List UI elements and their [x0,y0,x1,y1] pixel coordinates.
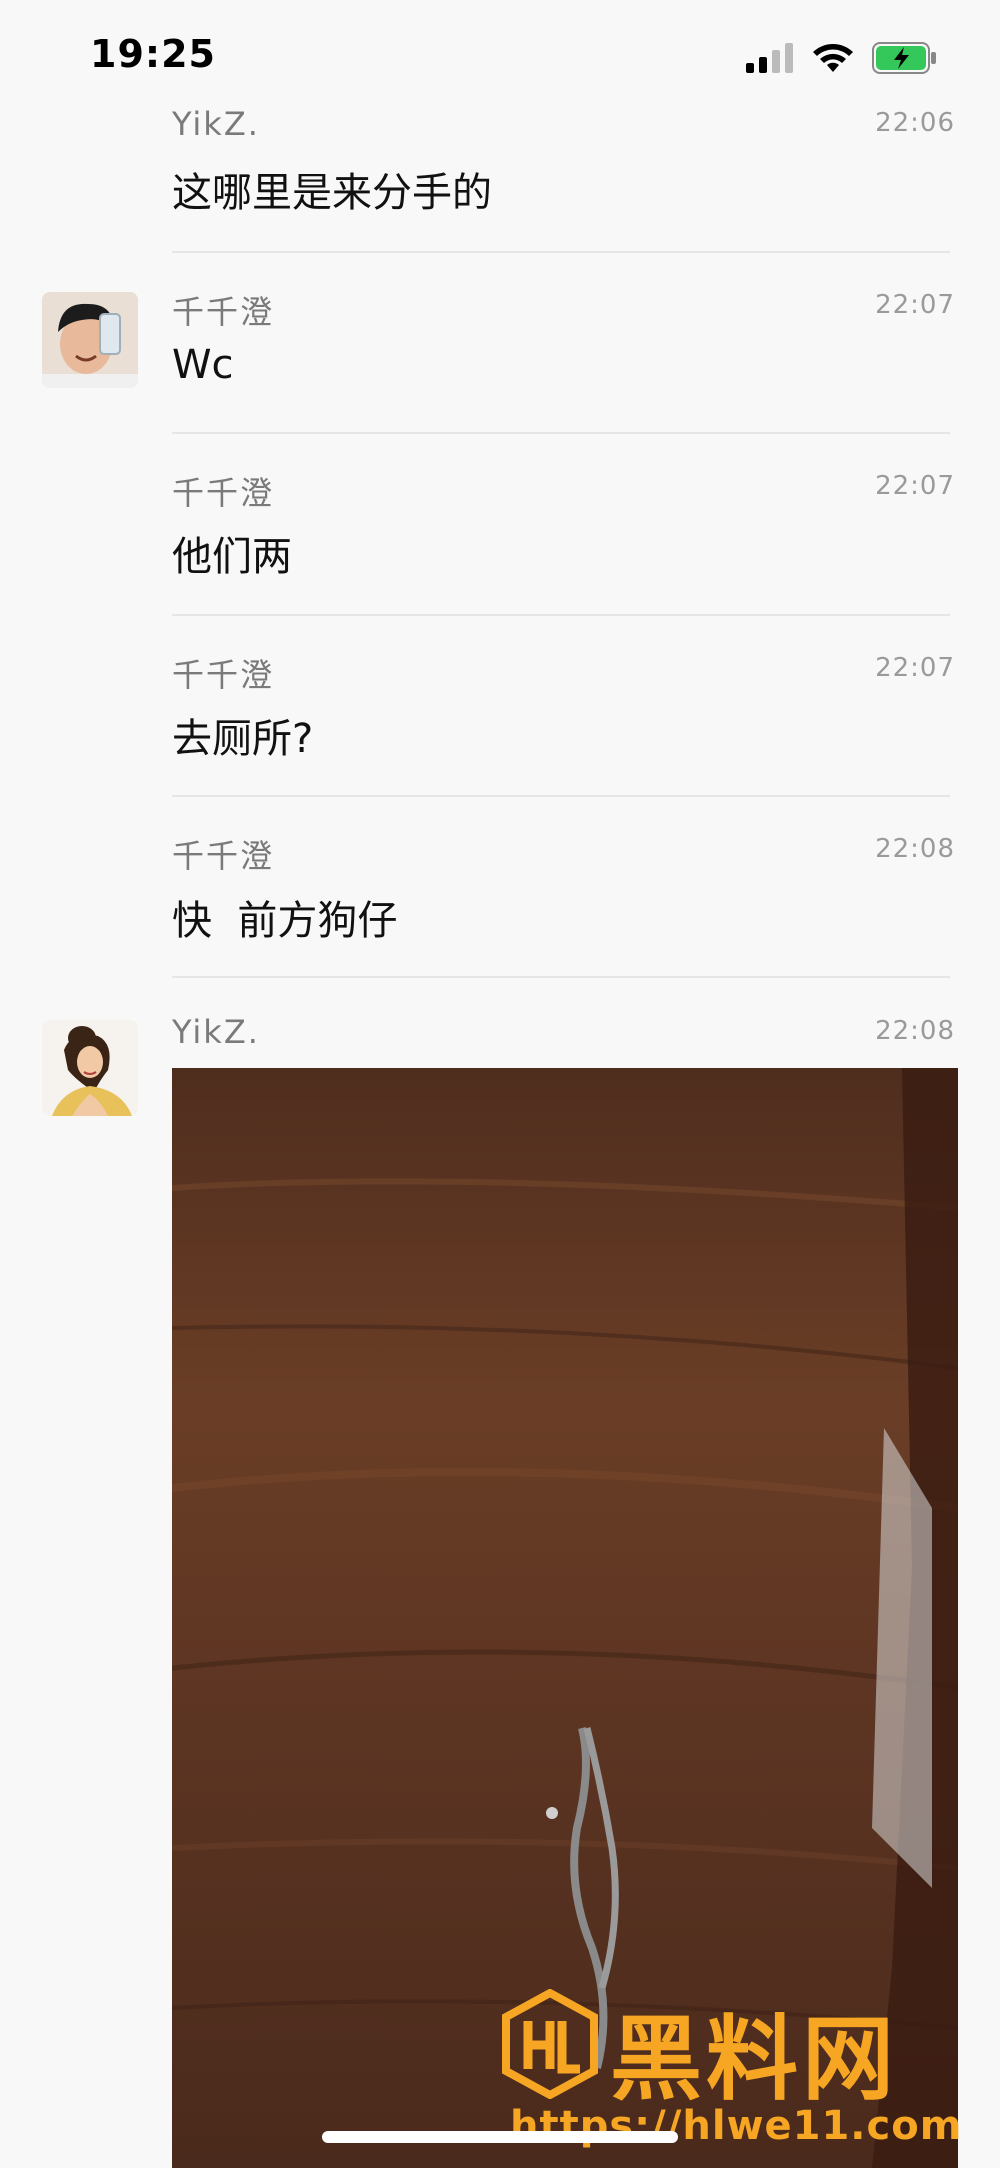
wifi-icon [813,44,853,72]
divider [172,432,950,434]
divider [172,976,950,978]
avatar-photo-man[interactable] [42,292,138,388]
sender-name: 千千澄 [172,656,275,694]
avatar-cartoon-princess[interactable] [42,1020,138,1116]
divider [172,251,950,253]
message-time: 22:07 [875,471,955,501]
signal-icon [746,43,793,73]
message-time: 22:08 [875,1016,955,1046]
message-time: 22:06 [875,108,955,138]
divider [172,614,950,616]
message-time: 22:07 [875,290,955,320]
message-text: 他们两 [172,534,292,580]
message-text: 快 前方狗仔 [172,898,398,944]
home-indicator[interactable] [322,2131,678,2143]
status-icons [746,38,938,78]
divider [172,795,950,797]
sender-name: 千千澄 [172,837,275,875]
battery-charging-icon [872,42,936,74]
status-bar: 19:25 [0,0,1000,110]
message-time: 22:07 [875,653,955,683]
sender-name: 千千澄 [172,293,275,331]
message-text: Wc [172,342,234,388]
status-time: 19:25 [90,32,216,76]
message-text: 去厕所? [172,716,314,762]
message-text: 这哪里是来分手的 [172,170,492,216]
sender-name: 千千澄 [172,474,275,512]
sender-name: YikZ. [172,105,260,143]
watermark-title: 黑料网 [610,2006,899,2113]
hl-logo-icon [502,1989,598,2099]
message-time: 22:08 [875,834,955,864]
sender-name: YikZ. [172,1013,260,1051]
